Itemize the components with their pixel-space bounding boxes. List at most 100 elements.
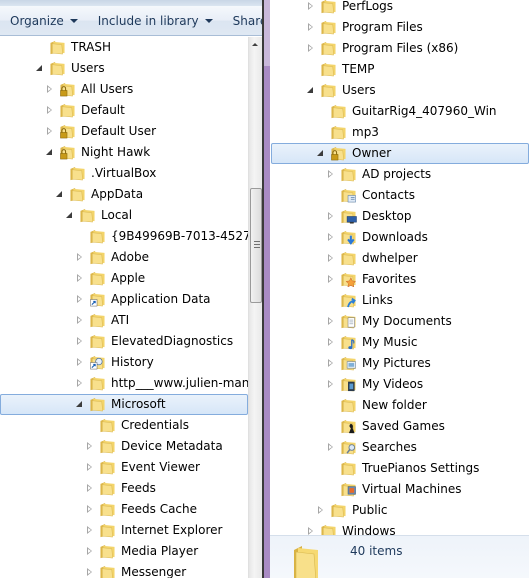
tree-item[interactable]: {9B49969B-7013-4527-9F23 bbox=[0, 226, 248, 247]
collapsed-arrow-icon[interactable] bbox=[326, 338, 335, 347]
tree-item[interactable]: Owner bbox=[270, 143, 529, 164]
vertical-scrollbar[interactable] bbox=[248, 37, 262, 578]
tree-item[interactable]: Apple bbox=[0, 268, 248, 289]
collapsed-arrow-icon[interactable] bbox=[75, 253, 84, 262]
organize-button[interactable]: Organize bbox=[10, 14, 78, 28]
tree-item[interactable]: Feeds Cache bbox=[0, 499, 248, 520]
collapsed-arrow-icon[interactable] bbox=[306, 2, 315, 11]
tree-item[interactable]: History bbox=[0, 352, 248, 373]
tree-item[interactable]: Contacts bbox=[270, 185, 529, 206]
collapsed-arrow-icon[interactable] bbox=[326, 317, 335, 326]
collapsed-arrow-icon[interactable] bbox=[75, 295, 84, 304]
tree-item[interactable]: Default User bbox=[0, 121, 248, 142]
tree-item[interactable]: AD projects bbox=[270, 164, 529, 185]
collapsed-arrow-icon[interactable] bbox=[85, 463, 94, 472]
tree-item[interactable]: My Videos bbox=[270, 374, 529, 395]
videos-folder-icon bbox=[340, 377, 357, 392]
collapsed-arrow-icon[interactable] bbox=[75, 316, 84, 325]
tree-item[interactable]: Device Metadata bbox=[0, 436, 248, 457]
tree-item[interactable]: Night Hawk bbox=[0, 142, 248, 163]
tree-item[interactable]: ElevatedDiagnostics bbox=[0, 331, 248, 352]
expanded-arrow-icon[interactable] bbox=[55, 190, 64, 199]
folder-icon bbox=[320, 41, 337, 56]
share-with-button[interactable]: Share with bbox=[233, 14, 262, 28]
tree-item[interactable]: Event Viewer bbox=[0, 457, 248, 478]
collapsed-arrow-icon[interactable] bbox=[45, 127, 54, 136]
collapsed-arrow-icon[interactable] bbox=[326, 359, 335, 368]
expanded-arrow-icon[interactable] bbox=[65, 211, 74, 220]
collapsed-arrow-icon[interactable] bbox=[306, 44, 315, 53]
collapsed-arrow-icon[interactable] bbox=[85, 547, 94, 556]
tree-item[interactable]: Users bbox=[0, 58, 248, 79]
expanded-arrow-icon[interactable] bbox=[35, 64, 44, 73]
tree-item[interactable]: All Users bbox=[0, 79, 248, 100]
tree-item[interactable]: Program Files bbox=[270, 17, 529, 38]
collapsed-arrow-icon[interactable] bbox=[326, 443, 335, 452]
tree-item[interactable]: Desktop bbox=[270, 206, 529, 227]
tree-item[interactable]: Public bbox=[270, 500, 529, 521]
tree-item[interactable]: Messenger bbox=[0, 562, 248, 578]
tree-item[interactable]: Credentials bbox=[0, 415, 248, 436]
collapsed-arrow-icon[interactable] bbox=[326, 275, 335, 284]
tree-item[interactable]: TEMP bbox=[270, 59, 529, 80]
tree-item[interactable]: Application Data bbox=[0, 289, 248, 310]
collapsed-arrow-icon[interactable] bbox=[85, 526, 94, 535]
tree-item[interactable]: Searches bbox=[270, 437, 529, 458]
tree-item[interactable]: .VirtualBox bbox=[0, 163, 248, 184]
tree-item[interactable]: Default bbox=[0, 100, 248, 121]
collapsed-arrow-icon[interactable] bbox=[326, 212, 335, 221]
tree-item[interactable]: Adobe bbox=[0, 247, 248, 268]
collapsed-arrow-icon[interactable] bbox=[45, 85, 54, 94]
include-in-library-button[interactable]: Include in library bbox=[98, 14, 213, 28]
tree-item[interactable]: Media Player bbox=[0, 541, 248, 562]
expanded-arrow-icon[interactable] bbox=[45, 148, 54, 157]
tree-item[interactable]: http___www.julien-manici bbox=[0, 373, 248, 394]
tree-item[interactable]: TRASH bbox=[0, 37, 248, 58]
searches-folder-icon bbox=[340, 440, 357, 455]
tree-item[interactable]: Internet Explorer bbox=[0, 520, 248, 541]
tree-item[interactable]: Downloads bbox=[270, 227, 529, 248]
collapsed-arrow-icon[interactable] bbox=[85, 484, 94, 493]
collapsed-arrow-icon[interactable] bbox=[326, 254, 335, 263]
collapsed-arrow-icon[interactable] bbox=[85, 505, 94, 514]
folder-icon bbox=[99, 481, 116, 496]
scroll-up-arrow-icon[interactable] bbox=[252, 43, 258, 46]
tree-item[interactable]: TruePianos Settings bbox=[270, 458, 529, 479]
tree-item[interactable]: GuitarRig4_407960_Win bbox=[270, 101, 529, 122]
collapsed-arrow-icon[interactable] bbox=[316, 506, 325, 515]
tree-item[interactable]: Feeds bbox=[0, 478, 248, 499]
collapsed-arrow-icon[interactable] bbox=[75, 274, 84, 283]
tree-item[interactable]: Local bbox=[0, 205, 248, 226]
expanded-arrow-icon[interactable] bbox=[75, 400, 84, 409]
collapsed-arrow-icon[interactable] bbox=[75, 379, 84, 388]
tree-item[interactable]: My Documents bbox=[270, 311, 529, 332]
scrollbar-thumb[interactable] bbox=[250, 188, 262, 303]
tree-item[interactable]: Program Files (x86) bbox=[270, 38, 529, 59]
collapsed-arrow-icon[interactable] bbox=[85, 568, 94, 577]
collapsed-arrow-icon[interactable] bbox=[326, 233, 335, 242]
tree-item[interactable]: Microsoft bbox=[0, 394, 248, 415]
tree-item[interactable]: dwhelper bbox=[270, 248, 529, 269]
collapsed-arrow-icon[interactable] bbox=[75, 337, 84, 346]
tree-item[interactable]: My Music bbox=[270, 332, 529, 353]
expanded-arrow-icon[interactable] bbox=[306, 86, 315, 95]
tree-item[interactable]: New folder bbox=[270, 395, 529, 416]
collapsed-arrow-icon[interactable] bbox=[85, 442, 94, 451]
tree-item[interactable]: My Pictures bbox=[270, 353, 529, 374]
collapsed-arrow-icon[interactable] bbox=[45, 106, 54, 115]
tree-item[interactable]: Saved Games bbox=[270, 416, 529, 437]
tree-item[interactable]: Links bbox=[270, 290, 529, 311]
collapsed-arrow-icon[interactable] bbox=[306, 23, 315, 32]
tree-item[interactable]: mp3 bbox=[270, 122, 529, 143]
tree-item[interactable]: Users bbox=[270, 80, 529, 101]
tree-item[interactable]: ATI bbox=[0, 310, 248, 331]
expanded-arrow-icon[interactable] bbox=[316, 149, 325, 158]
collapsed-arrow-icon[interactable] bbox=[326, 170, 335, 179]
tree-item[interactable]: Favorites bbox=[270, 269, 529, 290]
collapsed-arrow-icon[interactable] bbox=[326, 380, 335, 389]
tree-item[interactable]: AppData bbox=[0, 184, 248, 205]
collapsed-arrow-icon[interactable] bbox=[75, 358, 84, 367]
tree-item[interactable]: Virtual Machines bbox=[270, 479, 529, 500]
tree-item[interactable]: PerfLogs bbox=[270, 0, 529, 17]
tree-item-label: History bbox=[111, 355, 154, 369]
